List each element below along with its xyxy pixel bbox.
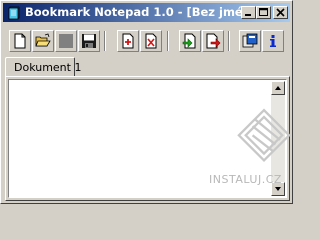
close-icon [276, 8, 285, 17]
import-icon [182, 33, 196, 49]
app-notepad-icon [8, 6, 20, 20]
open-button[interactable] [32, 30, 54, 52]
close-document-icon [59, 34, 73, 48]
close-document-button[interactable] [55, 30, 77, 52]
arrow-up-icon [275, 86, 281, 90]
maximize-icon [259, 8, 268, 16]
minimize-icon [245, 14, 251, 16]
new-document-button[interactable] [9, 30, 31, 52]
watermark-text: INSTALUJ.CZ [209, 173, 282, 186]
delete-bookmark-icon [145, 33, 157, 49]
scroll-up-button[interactable] [271, 81, 285, 95]
export-button[interactable] [202, 30, 224, 52]
info-icon [270, 35, 276, 47]
save-floppy-icon [82, 34, 96, 48]
new-document-icon [14, 33, 26, 49]
close-window-button[interactable] [273, 6, 288, 19]
export-icon [206, 33, 221, 49]
settings-icon [242, 33, 258, 48]
about-button[interactable] [262, 30, 284, 52]
save-button[interactable] [78, 30, 100, 52]
toolbar [3, 25, 290, 59]
tab-label: Dokument 1 [14, 61, 82, 74]
tab-dokument-1[interactable]: Dokument 1 [5, 57, 81, 76]
window-title: Bookmark Notepad 1.0 - [Bez jména] [25, 5, 264, 19]
app-window: Bookmark Notepad 1.0 - [Bez jména] Dokum… [0, 0, 293, 204]
add-bookmark-button[interactable] [117, 30, 139, 52]
open-folder-icon [35, 33, 51, 47]
import-button[interactable] [179, 30, 201, 52]
maximize-button[interactable] [256, 6, 271, 19]
toolbar-separator [104, 31, 106, 51]
add-bookmark-icon [122, 33, 134, 49]
delete-bookmark-button[interactable] [140, 30, 162, 52]
toolbar-separator [228, 31, 230, 51]
title-bar[interactable]: Bookmark Notepad 1.0 - [Bez jména] [3, 3, 290, 22]
settings-button[interactable] [239, 30, 261, 52]
toolbar-separator [167, 31, 169, 51]
arrow-down-icon [275, 187, 281, 191]
minimize-button[interactable] [241, 6, 256, 19]
